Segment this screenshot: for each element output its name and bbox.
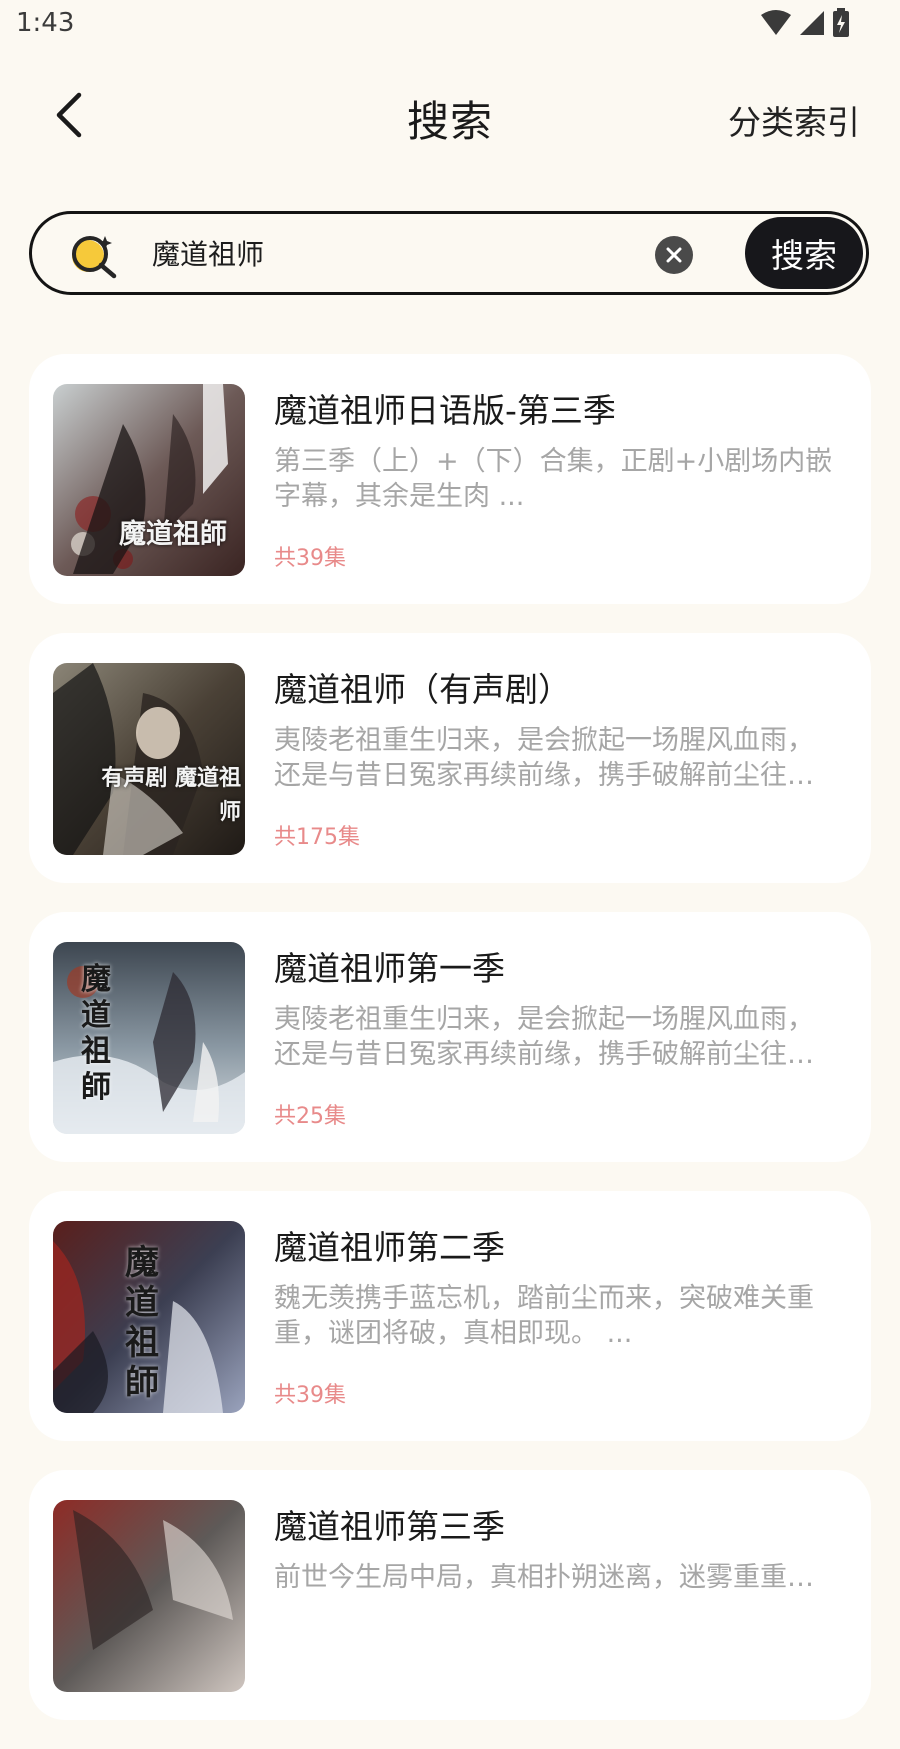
cover-image (53, 1500, 245, 1692)
cover-image: 有声剧 魔道祖师 (53, 663, 245, 855)
results-list: 魔道祖師 魔道祖师日语版-第三季 第三季（上）+（下）合集，正剧+小剧场内嵌字幕… (29, 354, 871, 1749)
episode-count: 共25集 (274, 1104, 346, 1129)
status-bar: 1:43 (0, 0, 900, 50)
result-title: 魔道祖师（有声剧） (274, 670, 571, 709)
result-title: 魔道祖师日语版-第三季 (274, 391, 616, 430)
result-card[interactable]: 魔道祖師 魔道祖师日语版-第三季 第三季（上）+（下）合集，正剧+小剧场内嵌字幕… (29, 354, 871, 604)
cover-image: 魔道祖師 (53, 942, 245, 1134)
search-input[interactable] (152, 228, 632, 278)
status-time: 1:43 (16, 8, 75, 38)
cover-title: 魔道祖師 (81, 962, 111, 1105)
header: 搜索 分类索引 (0, 70, 900, 160)
category-index-link[interactable]: 分类索引 (728, 96, 860, 144)
cover-title: 有声剧 魔道祖师 (101, 765, 241, 825)
episode-count: 共175集 (274, 825, 360, 850)
result-description: 魏无羡携手蓝忘机，踏前尘而来，突破难关重重，谜团将破，真相即现。 ... (274, 1283, 814, 1349)
search-button[interactable]: 搜索 (745, 217, 863, 289)
result-title: 魔道祖师第二季 (274, 1228, 505, 1267)
cellular-signal-icon (800, 11, 824, 35)
result-title: 魔道祖师第一季 (274, 949, 505, 988)
clear-search-button[interactable] (655, 236, 693, 274)
result-card[interactable]: 魔道祖師 魔道祖师第二季 魏无羡携手蓝忘机，踏前尘而来，突破难关重重，谜团将破，… (29, 1191, 871, 1441)
battery-charging-icon (833, 8, 849, 37)
result-description: 夷陵老祖重生归来，是会掀起一场腥风血雨，还是与昔日冤家再续前缘，携手破解前尘往事… (274, 1004, 814, 1070)
episode-count: 共39集 (274, 1383, 346, 1408)
status-icons (760, 8, 850, 38)
episode-count: 共39集 (274, 546, 346, 571)
search-bar: 搜索 (29, 211, 869, 295)
result-card[interactable]: 有声剧 魔道祖师 魔道祖师（有声剧） 夷陵老祖重生归来，是会掀起一场腥风血雨，还… (29, 633, 871, 883)
cover-title: 魔道祖師 (119, 519, 227, 550)
cover-title: 魔道祖師 (125, 1243, 159, 1403)
result-description: 前世今生局中局，真相扑朔迷离，迷雾重重… (274, 1562, 814, 1593)
cover-image: 魔道祖師 (53, 384, 245, 576)
close-icon (666, 247, 682, 263)
cover-image: 魔道祖師 (53, 1221, 245, 1413)
result-title: 魔道祖师第三季 (274, 1507, 505, 1546)
result-description: 夷陵老祖重生归来，是会掀起一场腥风血雨，还是与昔日冤家再续前缘，携手破解前尘往事… (274, 725, 814, 791)
result-card[interactable]: 魔道祖师第三季 前世今生局中局，真相扑朔迷离，迷雾重重… (29, 1470, 871, 1720)
result-card[interactable]: 魔道祖師 魔道祖师第一季 夷陵老祖重生归来，是会掀起一场腥风血雨，还是与昔日冤家… (29, 912, 871, 1162)
result-description: 第三季（上）+（下）合集，正剧+小剧场内嵌字幕，其余是生肉 ... (274, 446, 833, 512)
search-icon (72, 236, 117, 279)
wifi-icon (761, 10, 791, 35)
